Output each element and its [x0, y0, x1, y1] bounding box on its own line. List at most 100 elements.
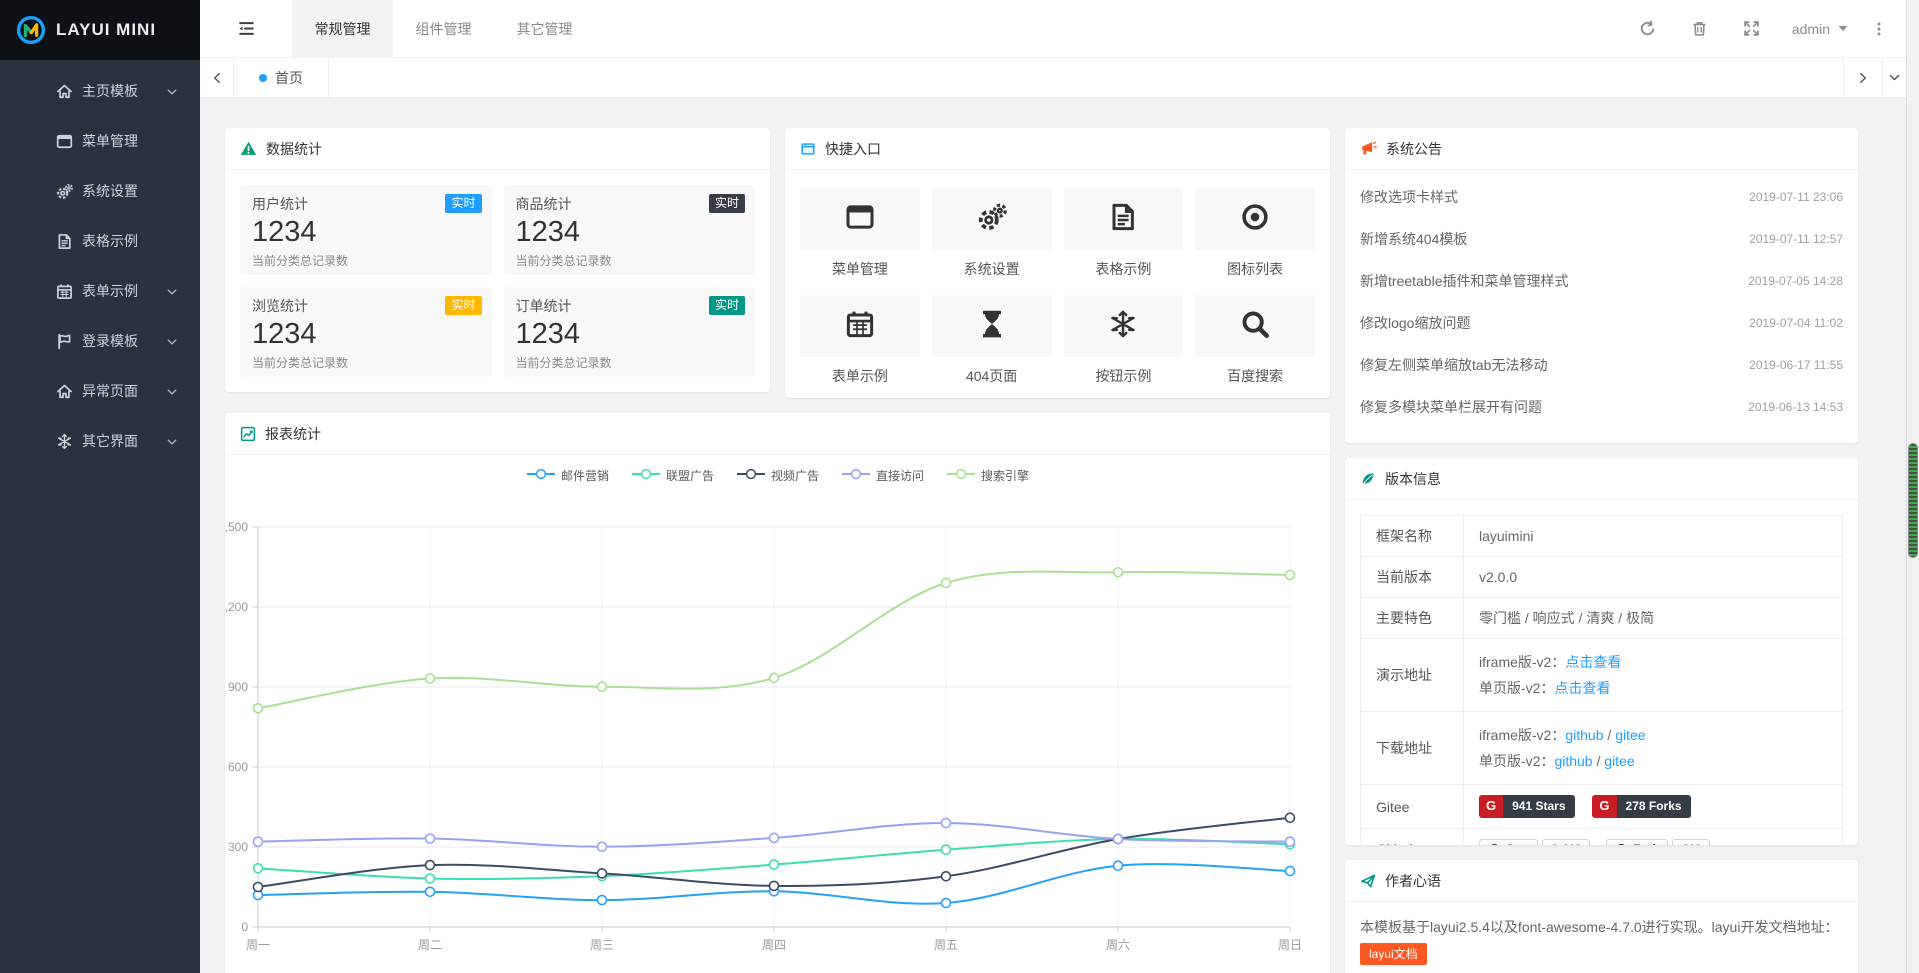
notice-time: 2019-06-13 14:53	[1748, 400, 1843, 414]
user-menu[interactable]: admin	[1778, 0, 1862, 57]
nav-tab-0[interactable]: 常规管理	[292, 0, 393, 57]
paper-plane-icon	[1360, 873, 1376, 889]
sidebar-item-0[interactable]: 主页模板	[0, 66, 200, 116]
legend-label: 视频广告	[771, 467, 819, 484]
panel-title: 版本信息	[1385, 469, 1441, 489]
home-icon	[55, 83, 73, 100]
layui-doc-badge[interactable]: layui文档	[1360, 943, 1427, 965]
notice-text: 修复左侧菜单缩放tab无法移动	[1360, 355, 1547, 375]
quick-item-2[interactable]: 表格示例	[1064, 188, 1184, 289]
svg-text:周一: 周一	[246, 938, 270, 952]
sidebar-item-5[interactable]: 登录模板	[0, 316, 200, 366]
download-github-link-1[interactable]: github	[1565, 727, 1603, 743]
notice-item-0[interactable]: 修改选项卡样式2019-07-11 23:06	[1345, 176, 1858, 218]
sidebar-item-1[interactable]: 菜单管理	[0, 116, 200, 166]
notice-time: 2019-07-05 14:28	[1748, 274, 1843, 288]
gitee-forks-badge[interactable]: G278 Forks	[1592, 795, 1690, 818]
sidebar-item-6[interactable]: 异常页面	[0, 366, 200, 416]
page-scrollbar[interactable]	[1906, 0, 1919, 973]
header-actions: admin	[1622, 0, 1906, 57]
sidebar-item-3[interactable]: 表格示例	[0, 216, 200, 266]
table-row: 主要特色 零门槛 / 响应式 / 清爽 / 极简	[1361, 598, 1843, 639]
version-gitee-value: G941 Stars G278 Forks	[1464, 785, 1843, 829]
quick-item-6[interactable]: 按钮示例	[1064, 295, 1184, 396]
panel-data-statistics: 数据统计 用户统计实时1234当前分类总记录数商品统计实时1234当前分类总记录…	[225, 128, 770, 392]
tab-home[interactable]: 首页	[234, 58, 329, 97]
clear-cache-button[interactable]	[1674, 0, 1726, 57]
legend-item-0[interactable]: 邮件营销	[526, 467, 609, 484]
stats-grid: 用户统计实时1234当前分类总记录数商品统计实时1234当前分类总记录数浏览统计…	[225, 170, 770, 392]
sidebar-menu: 主页模板菜单管理系统设置表格示例表单示例登录模板异常页面其它界面	[0, 60, 200, 466]
legend-marker-icon	[946, 468, 976, 483]
github-fork-count[interactable]: 440	[1672, 839, 1710, 845]
table-row: 框架名称 layuimini	[1361, 516, 1843, 557]
sidebar-item-2[interactable]: 系统设置	[0, 166, 200, 216]
legend-item-1[interactable]: 联盟广告	[631, 467, 714, 484]
tab-scroll-right-button[interactable]	[1843, 58, 1882, 97]
stat-card-3[interactable]: 订单统计实时1234当前分类总记录数	[504, 287, 756, 377]
github-star-count[interactable]: 1,419	[1542, 839, 1590, 845]
hourglass-icon	[977, 309, 1007, 344]
quick-item-0[interactable]: 菜单管理	[800, 188, 920, 289]
version-table: 框架名称 layuimini 当前版本 v2.0.0 主要特色 零门槛 / 响应…	[1360, 515, 1843, 845]
quick-item-1[interactable]: 系统设置	[932, 188, 1052, 289]
refresh-button[interactable]	[1622, 0, 1674, 57]
stat-card-0[interactable]: 用户统计实时1234当前分类总记录数	[240, 185, 492, 275]
panel-report-statistics: 报表统计 邮件营销联盟广告视频广告直接访问搜索引擎 03006009001,20…	[225, 413, 1330, 973]
quick-item-4[interactable]: 表单示例	[800, 295, 920, 396]
username: admin	[1792, 21, 1830, 37]
notice-item-4[interactable]: 修复左侧菜单缩放tab无法移动2019-06-17 11:55	[1345, 344, 1858, 386]
github-star-label: Star	[1506, 842, 1529, 845]
logo[interactable]: LAYUI MINI	[0, 0, 200, 60]
more-menu-button[interactable]	[1862, 0, 1896, 57]
quick-item-label: 百度搜索	[1195, 357, 1315, 396]
stat-card-subtitle: 当前分类总记录数	[516, 354, 744, 371]
legend-item-2[interactable]: 视频广告	[736, 467, 819, 484]
gitee-stars-badge[interactable]: G941 Stars	[1479, 795, 1575, 818]
download-github-link-2[interactable]: github	[1554, 753, 1592, 769]
fullscreen-button[interactable]	[1726, 0, 1778, 57]
legend-item-4[interactable]: 搜索引擎	[946, 467, 1029, 484]
app-root: LAYUI MINI 主页模板菜单管理系统设置表格示例表单示例登录模板异常页面其…	[0, 0, 1919, 973]
svg-text:周五: 周五	[934, 938, 958, 952]
github-fork-button[interactable]: Fork	[1606, 839, 1668, 845]
tab-scroll-left-button[interactable]	[200, 58, 234, 97]
download-gitee-link-2[interactable]: gitee	[1604, 753, 1634, 769]
notice-item-2[interactable]: 新增treetable插件和菜单管理样式2019-07-05 14:28	[1345, 260, 1858, 302]
demo-line1-prefix: iframe版-v2：	[1479, 654, 1565, 670]
legend-label: 邮件营销	[561, 467, 609, 484]
notice-text: 新增系统404模板	[1360, 229, 1467, 249]
download-gitee-link-1[interactable]: gitee	[1615, 727, 1645, 743]
version-download-value: iframe版-v2：github / gitee 单页版-v2：github …	[1464, 712, 1843, 785]
panel-quick-entry: 快捷入口 菜单管理系统设置表格示例图标列表表单示例404页面按钮示例百度搜索	[785, 128, 1330, 398]
author-line-1: 本模板基于layui2.5.4以及font-awesome-4.7.0进行实现。…	[1360, 915, 1843, 939]
svg-text:周六: 周六	[1106, 938, 1130, 952]
quick-item-3[interactable]: 图标列表	[1195, 188, 1315, 289]
notice-item-1[interactable]: 新增系统404模板2019-07-11 12:57	[1345, 218, 1858, 260]
panel-version-info: 版本信息 框架名称 layuimini 当前版本 v2.0.0 主要特色 零门槛…	[1345, 458, 1858, 845]
panel-version-info-header: 版本信息	[1345, 458, 1858, 500]
tab-operations-button[interactable]	[1882, 58, 1906, 97]
scrollbar-thumb[interactable]	[1908, 443, 1918, 558]
version-github-label: Github	[1361, 829, 1464, 846]
sidebar-item-4[interactable]: 表单示例	[0, 266, 200, 316]
github-star-button[interactable]: Star	[1479, 839, 1538, 845]
notice-item-3[interactable]: 修改logo缩放问题2019-07-04 11:02	[1345, 302, 1858, 344]
status-badge: 实时	[709, 194, 745, 213]
demo-iframe-link[interactable]: 点击查看	[1565, 654, 1621, 670]
legend-label: 直接访问	[876, 467, 924, 484]
quick-item-7[interactable]: 百度搜索	[1195, 295, 1315, 396]
demo-spa-link[interactable]: 点击查看	[1554, 680, 1610, 696]
notice-item-5[interactable]: 修复多模块菜单栏展开有问题2019-06-13 14:53	[1345, 386, 1858, 428]
stat-card-1[interactable]: 商品统计实时1234当前分类总记录数	[504, 185, 756, 275]
legend-item-3[interactable]: 直接访问	[841, 467, 924, 484]
nav-tab-2[interactable]: 其它管理	[494, 0, 595, 57]
sidebar-toggle-button[interactable]	[200, 0, 292, 57]
tabbar-spacer	[329, 58, 1843, 97]
stat-card-2[interactable]: 浏览统计实时1234当前分类总记录数	[240, 287, 492, 377]
nav-tab-1[interactable]: 组件管理	[393, 0, 494, 57]
github-fork-widget: Fork 440	[1606, 839, 1710, 845]
panel-title: 报表统计	[265, 424, 321, 444]
sidebar-item-7[interactable]: 其它界面	[0, 416, 200, 466]
quick-item-5[interactable]: 404页面	[932, 295, 1052, 396]
